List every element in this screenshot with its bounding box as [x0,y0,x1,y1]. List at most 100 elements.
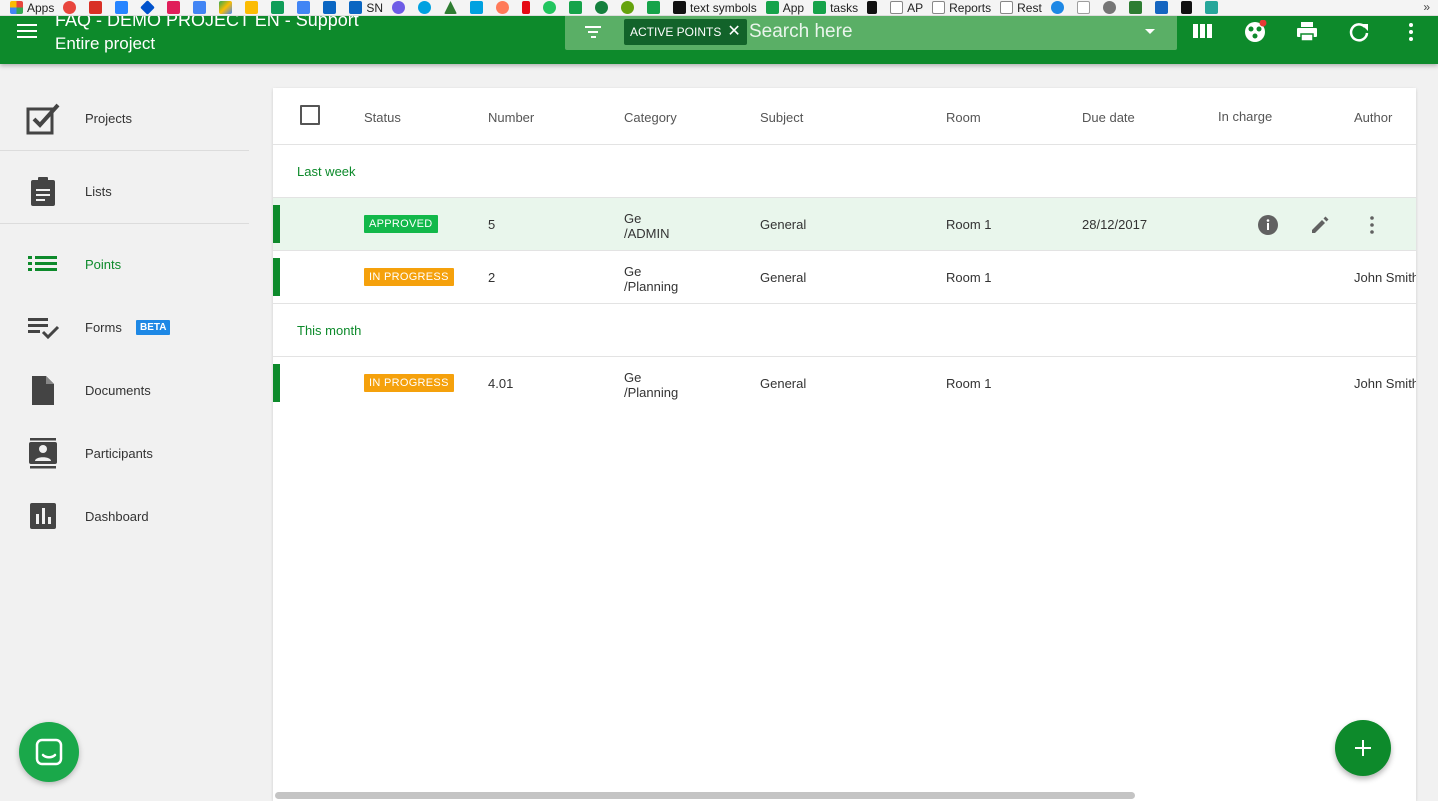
sidebar-item-points[interactable]: Points [0,234,250,294]
video-icon [1050,1,1064,14]
chip-close-icon[interactable]: ✕ [727,24,740,40]
plus-icon [1355,740,1371,756]
bookmark-leaf-2[interactable] [1128,1,1146,15]
horizontal-scrollbar[interactable] [275,792,1135,799]
column-header-author[interactable]: Author [1354,110,1392,125]
column-header-number[interactable]: Number [488,110,534,125]
bookmark-hubspot[interactable] [496,1,513,15]
bar-chart-icon [1180,1,1192,14]
sidebar-item-lists[interactable]: Lists [0,161,250,221]
bookmark-apps[interactable]: Apps [10,1,54,15]
column-header-in-charge[interactable]: In charge [1218,109,1272,124]
select-all-checkbox[interactable] [300,105,320,125]
hamburger-menu-icon[interactable] [17,24,37,40]
bookmark-sheets[interactable] [271,1,288,15]
bookmark-box[interactable] [1154,1,1172,15]
project-scope[interactable]: Entire project [55,34,155,54]
leaf-icon [595,1,609,14]
row-indicator [273,258,280,296]
location-pin-icon [392,1,406,14]
bookmark-app[interactable]: App [765,1,804,15]
add-point-button[interactable] [1335,720,1391,776]
sidebar-item-dashboard[interactable]: Dashboard [0,486,250,546]
bookmark-salesforce[interactable] [418,1,435,15]
box-icon [1154,1,1168,14]
bookmark-linkedin[interactable] [323,1,340,15]
bookmark-drive[interactable] [219,1,236,15]
bookmark-nu[interactable] [543,1,560,15]
sidebar-item-forms[interactable]: Forms BETA [0,297,250,357]
category-line-2: /Planning [624,385,679,400]
bookmark-chat[interactable] [621,1,638,15]
bookmark-linkedin-sn[interactable]: SN [349,1,383,15]
status-badge: IN PROGRESS [364,374,454,392]
bookmark-slack[interactable] [167,1,184,15]
cell-author: John Smith [1354,376,1416,391]
bookmark-check-2[interactable] [647,1,664,15]
cell-subject: General [760,217,807,232]
column-header-category[interactable]: Category [624,110,677,125]
bookmark-check-1[interactable] [569,1,586,15]
bookmark-dots[interactable] [1102,1,1120,15]
column-header-status[interactable]: Status [364,110,401,125]
sidebar-item-projects[interactable]: Projects [0,88,250,148]
user-avatar-icon[interactable] [1243,20,1267,44]
chat-bubble-icon [621,1,635,14]
table-header: Status Number Category Subject Room Due … [273,88,1416,145]
triangle-icon [444,1,458,14]
bookmarks-more-icon[interactable]: » [1423,0,1430,15]
points-table: Status Number Category Subject Room Due … [273,88,1416,801]
column-header-subject[interactable]: Subject [760,110,803,125]
bookmark-tasks[interactable]: tasks [813,1,858,15]
dots-icon [1102,1,1116,14]
bookmark-zoom[interactable] [1050,1,1068,15]
bookmark-p[interactable] [1204,1,1222,15]
bookmark-book[interactable] [867,1,881,15]
bookmark-confluence[interactable] [140,0,158,15]
bookmark-calendar[interactable] [193,1,210,15]
bookmark-location[interactable] [392,1,409,15]
more-vertical-icon[interactable] [1361,214,1383,236]
bookmark-page[interactable] [1076,1,1094,15]
filter-list-icon[interactable] [585,26,601,38]
chat-widget-button[interactable] [19,722,79,782]
bookmark-folder-ap[interactable]: AP [890,1,923,15]
view-columns-icon[interactable] [1191,20,1215,44]
bookmark-jira[interactable] [115,1,132,15]
alert-icon [63,1,77,14]
bookmark-alert[interactable] [63,1,80,15]
bookmark-triangle[interactable] [444,1,461,15]
drive-icon [219,1,233,14]
column-header-due-date[interactable]: Due date [1082,110,1135,125]
category-line-2: /ADMIN [624,226,670,241]
status-badge: IN PROGRESS [364,268,454,286]
chevron-down-icon[interactable] [1145,29,1155,34]
info-icon[interactable] [1257,214,1279,236]
bookmark-folder-rest[interactable]: Rest [1000,1,1042,15]
column-header-room[interactable]: Room [946,110,981,125]
print-icon[interactable] [1295,20,1319,44]
cell-room: Room 1 [946,376,992,391]
contacts-icon [29,438,57,469]
bookmark-netflix[interactable] [522,1,534,15]
bookmark-gmail[interactable] [89,1,106,15]
bookmark-folder-reports[interactable]: Reports [932,1,991,15]
bookmark-slides[interactable] [245,1,262,15]
pencil-edit-icon[interactable] [1309,214,1331,236]
bookmark-docs[interactable] [297,1,314,15]
table-row[interactable]: IN PROGRESS 4.01 Ge /Planning General Ro… [273,357,1416,410]
table-row[interactable]: IN PROGRESS 2 Ge /Planning General Room … [273,251,1416,304]
group-label: Last week [297,164,356,179]
more-vertical-icon[interactable] [1399,20,1423,44]
table-row[interactable]: APPROVED 5 Ge /ADMIN General Room 1 28/1… [273,198,1416,251]
refresh-icon[interactable] [1347,20,1371,44]
bookmark-leaf[interactable] [595,1,612,15]
bookmark-text-symbols[interactable]: text symbols [673,1,757,15]
search-input[interactable] [749,20,1119,44]
list-icon [28,256,57,271]
bookmark-wave[interactable] [470,1,487,15]
cell-number: 4.01 [488,376,514,391]
sidebar-item-documents[interactable]: Documents [0,360,250,420]
sidebar-item-participants[interactable]: Participants [0,423,250,483]
bookmark-bars[interactable] [1180,1,1196,15]
